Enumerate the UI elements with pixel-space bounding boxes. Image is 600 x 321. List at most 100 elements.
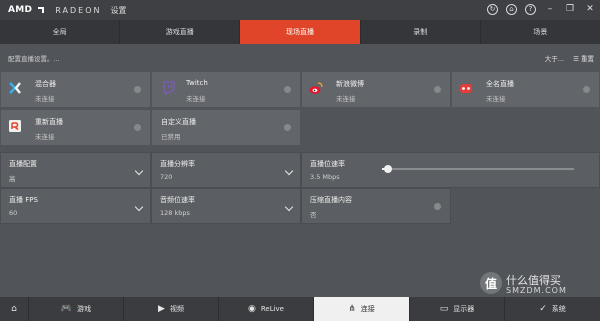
setting-value: 720: [160, 173, 173, 181]
service-tile-twitch[interactable]: Twitch 未连接: [151, 71, 301, 108]
tab-recording[interactable]: 录制: [361, 20, 481, 44]
toggle-dot[interactable]: [134, 124, 141, 131]
bitrate-slider-track[interactable]: [382, 168, 574, 170]
section-hint: 配置直播设置。...: [8, 55, 60, 63]
nav-system[interactable]: ✓ 系统: [505, 297, 600, 321]
quanmin-icon: [460, 84, 472, 93]
toggle-dot[interactable]: [134, 86, 141, 93]
setting-label: 直播 FPS: [9, 196, 38, 204]
tab-live-streaming[interactable]: 现场直播: [240, 20, 361, 44]
service-tile-restream[interactable]: 重新直播 未连接: [0, 109, 151, 146]
setting-label: 直播分辨率: [160, 160, 195, 168]
nav-video[interactable]: ▶ 视频: [124, 297, 219, 321]
service-status: 未连接: [186, 95, 206, 103]
service-status: 已禁用: [161, 133, 181, 141]
chevron-down-icon: [284, 166, 294, 176]
help-icon[interactable]: ?: [525, 3, 536, 15]
amd-logo: AMD: [8, 5, 33, 15]
toggle-dot[interactable]: [434, 86, 441, 93]
amd-arrow-icon: [38, 7, 45, 13]
service-name: 重新直播: [35, 118, 63, 126]
nav-relive[interactable]: ◉ ReLive: [219, 297, 314, 321]
nav-gaming[interactable]: 🎮 游戏: [29, 297, 124, 321]
nav-home[interactable]: ⌂: [0, 297, 29, 321]
nav-label: ReLive: [260, 305, 284, 313]
relive-icon: ◉: [247, 304, 256, 314]
home-icon[interactable]: ⌂: [506, 3, 517, 15]
reset-label: 重置: [581, 55, 594, 63]
nav-connect[interactable]: ⋔ 连接: [314, 297, 410, 321]
watermark-badge: 值: [480, 272, 502, 294]
bitrate-slider-thumb[interactable]: [383, 165, 392, 173]
nav-label: 连接: [360, 305, 375, 313]
setting-value: 60: [9, 209, 18, 217]
toggle-dot[interactable]: [284, 86, 291, 93]
setting-value: 否: [310, 211, 317, 219]
nav-label: 系统: [551, 305, 566, 313]
refresh-icon[interactable]: ↻: [487, 3, 498, 15]
minimize-icon[interactable]: –: [544, 3, 556, 15]
home-icon: ⌂: [11, 304, 17, 314]
service-name: 自定义直播: [161, 118, 196, 126]
chevron-down-icon: [134, 166, 144, 176]
window-title: 设置: [110, 5, 127, 15]
toggle-dot[interactable]: [583, 86, 590, 93]
service-status: 未连接: [35, 133, 55, 141]
share-icon: ⋔: [348, 304, 356, 314]
service-tile-custom[interactable]: 自定义直播 已禁用: [151, 109, 301, 146]
service-name: 新浪微博: [336, 80, 364, 88]
service-tile-mixer[interactable]: 混合器 未连接: [0, 71, 151, 108]
radeon-logo: RADEON: [55, 5, 102, 15]
audio-bitrate-dropdown[interactable]: 音频位速率 128 kbps: [151, 188, 301, 224]
title-bar: AMD RADEON 设置 ↻ ⌂ ? – ❐ ✕: [0, 0, 600, 20]
tab-scenes[interactable]: 场景: [481, 20, 600, 44]
nav-label: 显示器: [453, 305, 475, 313]
gamepad-icon: 🎮: [60, 304, 73, 314]
monitor-icon: ▭: [439, 304, 449, 314]
stream-bitrate-setting: 直播位速率 3.5 Mbps: [301, 152, 600, 188]
mixer-icon: [9, 82, 21, 94]
sub-header: 配置直播设置。... 大于... ☰ 重置: [0, 50, 600, 66]
setting-label: 直播配置: [9, 160, 37, 168]
service-status: 未连接: [336, 95, 356, 103]
nav-display[interactable]: ▭ 显示器: [410, 297, 505, 321]
reset-button[interactable]: ☰ 重置: [573, 53, 594, 63]
stream-profile-dropdown[interactable]: 直播配置 高: [0, 152, 151, 188]
setting-value: 高: [9, 175, 16, 183]
window-controls: ↻ ⌂ ? – ❐ ✕: [487, 3, 596, 15]
setting-value: 3.5 Mbps: [310, 173, 340, 181]
tab-game-streaming[interactable]: 游戏直播: [120, 20, 241, 44]
stream-resolution-dropdown[interactable]: 直播分辨率 720: [151, 152, 301, 188]
check-icon: ✓: [539, 304, 547, 314]
sort-dropdown[interactable]: 大于...: [545, 53, 564, 63]
tab-global[interactable]: 全局: [0, 20, 121, 44]
setting-label: 直播位速率: [310, 160, 345, 168]
nav-label: 游戏: [77, 305, 92, 313]
service-status: 未连接: [486, 95, 506, 103]
twitch-icon: [163, 81, 175, 95]
tab-bar: 全局 游戏直播 现场直播 录制 场景: [0, 20, 600, 44]
smzdm-watermark: 值 什么值得买 SMZDM.COM: [480, 272, 590, 296]
service-tile-weibo[interactable]: 新浪微博 未连接: [301, 71, 451, 108]
play-icon: ▶: [158, 304, 165, 314]
service-status: 未连接: [35, 95, 55, 103]
service-name: 全名直播: [486, 80, 514, 88]
chevron-down-icon: [284, 202, 294, 212]
bottom-nav: ⌂ 🎮 游戏 ▶ 视频 ◉ ReLive ⋔ 连接 ▭ 显示器 ✓ 系统: [0, 297, 600, 321]
close-icon[interactable]: ✕: [584, 3, 596, 15]
service-name: 混合器: [35, 80, 56, 88]
watermark-en: SMZDM.COM: [506, 286, 567, 295]
stream-fps-dropdown[interactable]: 直播 FPS 60: [0, 188, 151, 224]
weibo-icon: [309, 82, 323, 94]
setting-label: 压缩直播内容: [310, 196, 352, 204]
compress-stream-toggle[interactable]: 压缩直播内容 否: [301, 188, 451, 224]
chevron-down-icon: [134, 202, 144, 212]
restream-icon: [9, 120, 21, 132]
nav-label: 视频: [169, 305, 184, 313]
setting-label: 音频位速率: [160, 196, 195, 204]
service-tile-quanmin[interactable]: 全名直播 未连接: [451, 71, 600, 108]
service-name: Twitch: [186, 79, 208, 87]
restore-icon[interactable]: ❐: [564, 3, 576, 15]
toggle-dot[interactable]: [284, 124, 291, 131]
toggle-dot[interactable]: [434, 203, 441, 210]
